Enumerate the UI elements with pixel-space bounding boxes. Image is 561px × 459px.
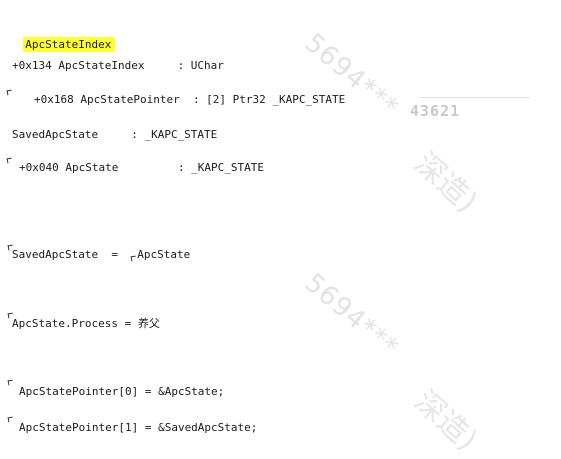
assign-rhs: ApcState (137, 248, 191, 261)
bullet-mark-icon (6, 157, 13, 164)
watermark-text: 5694*** (298, 268, 404, 364)
watermark-rule (420, 97, 530, 98)
code-line-pointer-1: ApcStatePointer[1] = &SavedApcState; (19, 421, 258, 434)
code-line-apcstate-process: ApcState.Process = 养父 (12, 317, 160, 330)
watermark-text: 5694*** (298, 28, 404, 124)
watermark-text: 深造) (407, 145, 484, 220)
assign-lhs: SavedApcState = (12, 248, 132, 261)
document-page: { "lines": [ "ApcStateIndex", "+0x134 Ap… (0, 0, 561, 458)
bullet-mark-icon (6, 89, 13, 96)
heading-highlight: ApcStateIndex (23, 37, 116, 52)
highlighted-heading: ApcStateIndex (10, 24, 116, 52)
code-line-apcstateindex-offset: +0x134 ApcStateIndex : UChar (12, 59, 224, 72)
watermark-number: 43621 (410, 102, 461, 120)
watermark-text: 深造) (407, 383, 484, 458)
code-line-pointer-0: ApcStatePointer[0] = &ApcState; (19, 385, 225, 398)
code-line-apcstatepointer-offset: +0x168 ApcStatePointer : [2] Ptr32 _KAPC… (34, 93, 346, 106)
code-line-savedapcstate-type: SavedApcState : _KAPC_STATE (12, 128, 218, 141)
bullet-mark-icon (7, 379, 14, 386)
code-line-apcstate-offset: +0x040 ApcState : _KAPC_STATE (19, 161, 265, 174)
code-line-savedapcstate-assign: SavedApcState = ApcState (12, 248, 190, 262)
bullet-mark-icon (7, 416, 14, 423)
